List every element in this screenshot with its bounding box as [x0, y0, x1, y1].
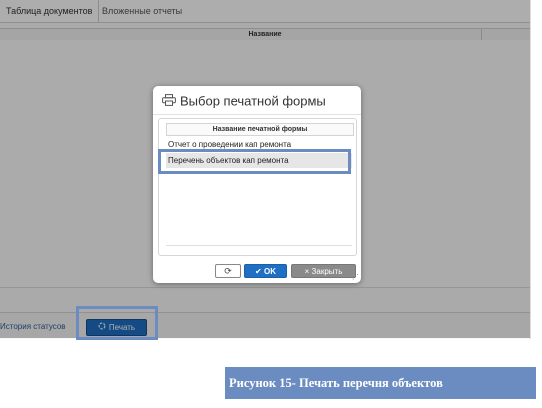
print-form-dialog: Выбор печатной формы Название печатной ф… [153, 86, 361, 283]
resize-grip-icon[interactable]: ⋰ [352, 273, 359, 281]
ok-button[interactable]: ✔ OK [244, 264, 287, 278]
list-column-header[interactable]: Название печатной формы [166, 123, 354, 136]
highlight-frame-print-button [76, 306, 158, 340]
close-icon: × [304, 267, 310, 276]
dialog-title-text: Выбор печатной формы [180, 93, 326, 109]
refresh-button[interactable]: ⟳ [215, 264, 241, 278]
figure-caption: Рисунок 15- Печать перечня объектов [225, 367, 536, 399]
ok-button-label: OK [263, 267, 276, 276]
print-form-list: Название печатной формы Отчет о проведен… [158, 118, 357, 256]
printer-icon [162, 93, 176, 111]
close-button[interactable]: × Закрыть [291, 264, 356, 278]
highlight-frame-selected-item [158, 149, 351, 174]
check-icon: ✔ [255, 267, 262, 276]
title-divider [153, 114, 361, 115]
refresh-icon: ⟳ [224, 266, 232, 276]
close-button-label: Закрыть [311, 267, 343, 276]
list-bottom-border [166, 245, 352, 246]
dialog-title: Выбор печатной формы [162, 92, 326, 110]
